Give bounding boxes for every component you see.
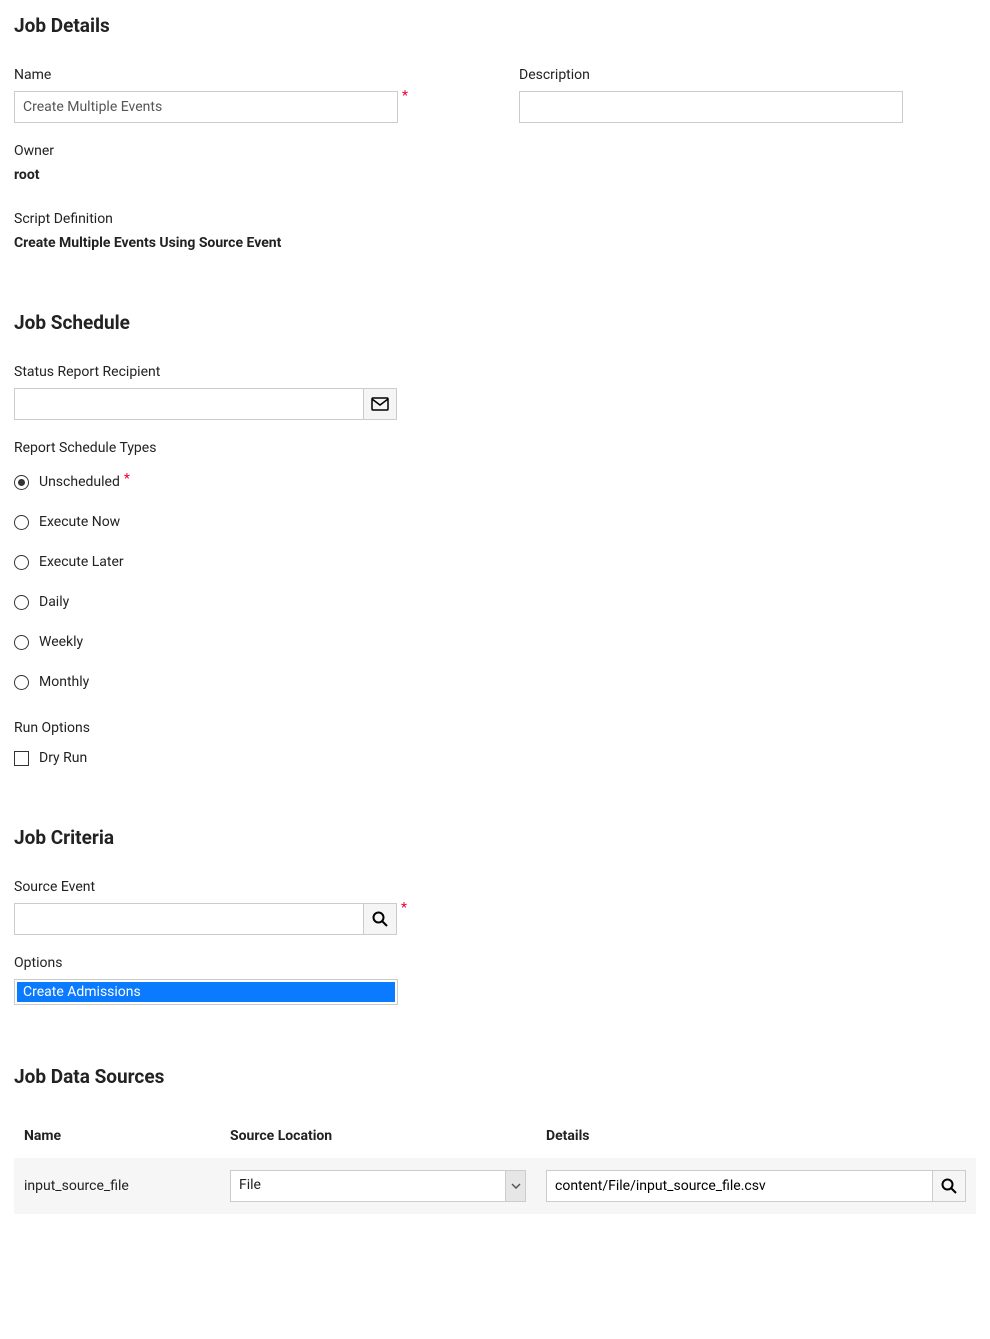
description-input[interactable] [519, 91, 903, 123]
radio-label: Execute Now [39, 514, 120, 530]
job-criteria-section: Job Criteria Source Event * Options [14, 826, 976, 1005]
status-report-input[interactable] [14, 388, 364, 420]
option-create-admissions[interactable]: Create Admissions [17, 982, 395, 1002]
schedule-radio-monthly[interactable]: Monthly [14, 674, 976, 690]
schedule-radio-execute-later[interactable]: Execute Later [14, 554, 976, 570]
email-picker-button[interactable] [363, 388, 397, 420]
name-label: Name [14, 67, 419, 83]
radio-icon [14, 555, 29, 570]
radio-label: Weekly [39, 634, 83, 650]
script-definition-value: Create Multiple Events Using Source Even… [14, 235, 976, 251]
dry-run-checkbox[interactable]: Dry Run [14, 750, 976, 766]
required-star: * [124, 474, 130, 484]
schedule-radio-weekly[interactable]: Weekly [14, 634, 976, 650]
owner-label: Owner [14, 143, 976, 159]
job-details-section: Job Details Name * Description Owner roo… [14, 14, 976, 251]
name-input[interactable] [14, 91, 398, 123]
job-criteria-title: Job Criteria [14, 826, 976, 849]
status-report-field: Status Report Recipient [14, 364, 976, 420]
search-icon [940, 1177, 958, 1195]
header-details: Details [546, 1128, 976, 1144]
options-field: Options Create Admissions [14, 955, 976, 1005]
name-field: Name * [14, 67, 419, 123]
radio-icon [14, 595, 29, 610]
source-location-select[interactable]: File [230, 1170, 526, 1202]
schedule-types-field: Report Schedule Types Unscheduled * Execut… [14, 440, 976, 690]
source-event-input[interactable] [14, 903, 364, 935]
job-data-sources-section: Job Data Sources Name Source Location De… [14, 1065, 976, 1214]
source-location-value: File [231, 1171, 505, 1201]
header-name: Name [14, 1128, 230, 1144]
schedule-radio-list: Unscheduled * Execute Now Execute Later Dail… [14, 474, 976, 690]
data-sources-header: Name Source Location Details [14, 1118, 976, 1158]
schedule-radio-execute-now[interactable]: Execute Now [14, 514, 976, 530]
radio-label: Daily [39, 594, 69, 610]
script-definition-field: Script Definition Create Multiple Events… [14, 211, 976, 251]
owner-value: root [14, 167, 976, 183]
source-event-label: Source Event [14, 879, 976, 895]
schedule-types-label: Report Schedule Types [14, 440, 976, 456]
schedule-radio-daily[interactable]: Daily [14, 594, 976, 610]
row-name: input_source_file [14, 1178, 230, 1194]
required-star: * [401, 903, 407, 913]
job-data-sources-title: Job Data Sources [14, 1065, 976, 1088]
radio-icon [14, 675, 29, 690]
run-options-label: Run Options [14, 720, 976, 736]
job-details-title: Job Details [14, 14, 976, 37]
dry-run-label: Dry Run [39, 750, 87, 766]
table-row: input_source_file File [14, 1158, 976, 1214]
search-icon [371, 910, 389, 928]
description-label: Description [519, 67, 919, 83]
radio-label: Unscheduled [39, 474, 120, 490]
owner-field: Owner root [14, 143, 976, 183]
job-schedule-title: Job Schedule [14, 311, 976, 334]
radio-icon [14, 475, 29, 490]
source-event-field: Source Event * [14, 879, 976, 935]
radio-label: Execute Later [39, 554, 124, 570]
source-event-search-button[interactable] [363, 903, 397, 935]
description-field: Description [519, 67, 919, 123]
required-star: * [402, 91, 408, 101]
chevron-down-icon [505, 1171, 525, 1201]
radio-icon [14, 515, 29, 530]
job-schedule-section: Job Schedule Status Report Recipient Rep… [14, 311, 976, 766]
options-label: Options [14, 955, 976, 971]
schedule-radio-unscheduled[interactable]: Unscheduled * [14, 474, 976, 490]
checkbox-icon [14, 751, 29, 766]
details-search-button[interactable] [932, 1170, 966, 1202]
options-listbox[interactable]: Create Admissions [14, 979, 398, 1005]
status-report-label: Status Report Recipient [14, 364, 976, 380]
radio-icon [14, 635, 29, 650]
details-input[interactable] [546, 1170, 933, 1202]
run-options-field: Run Options Dry Run [14, 720, 976, 766]
script-definition-label: Script Definition [14, 211, 976, 227]
radio-label: Monthly [39, 674, 89, 690]
header-source: Source Location [230, 1128, 546, 1144]
email-icon [371, 397, 389, 411]
